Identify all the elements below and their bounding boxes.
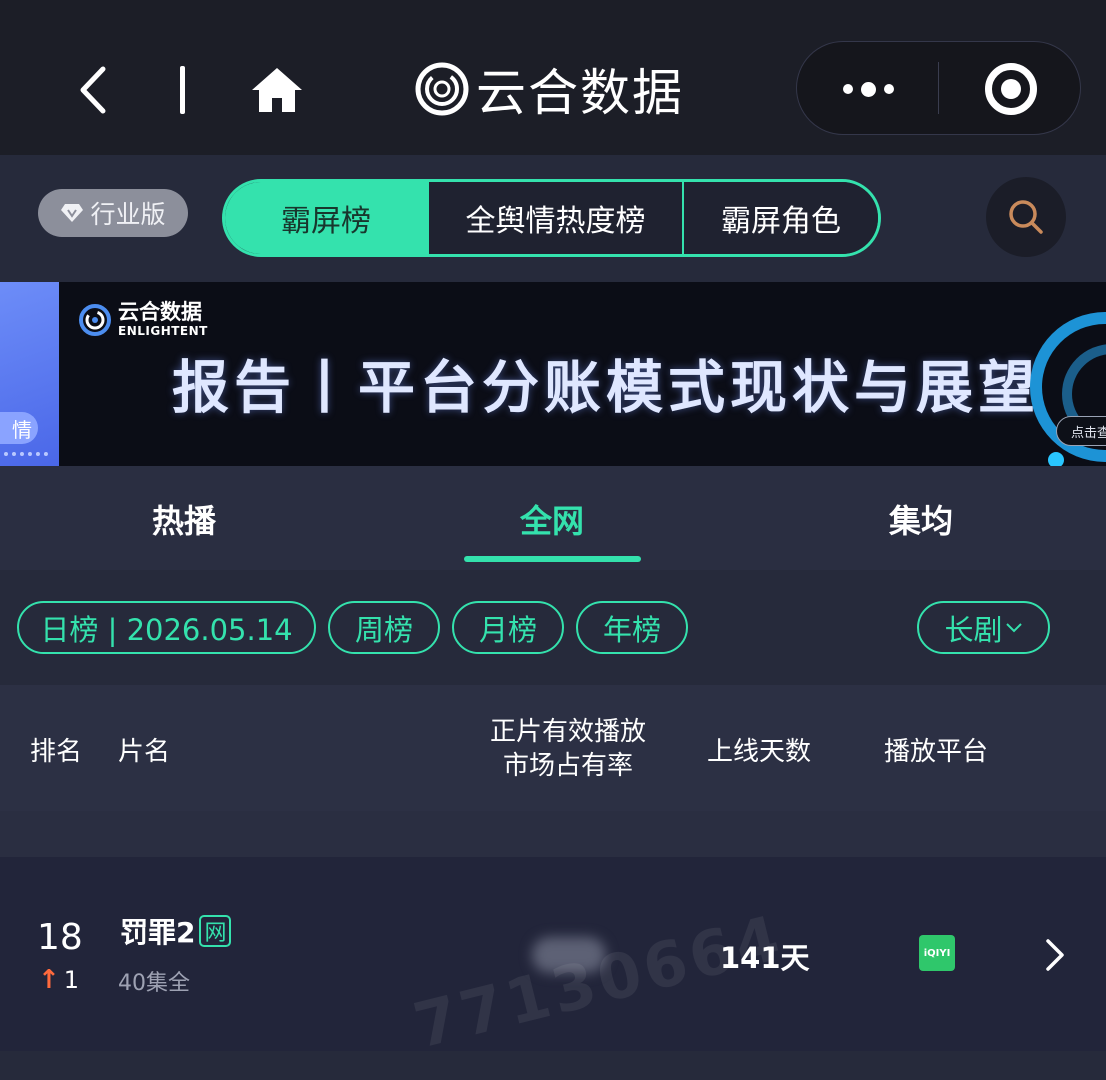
chart-type-bar: 行业版 霸屏榜 全舆情热度榜 霸屏角色 — [0, 155, 1106, 282]
bottom-band — [0, 1051, 1106, 1080]
more-dot-right — [883, 84, 894, 94]
episode-count: 40集全 — [118, 971, 190, 996]
capsule-divider — [938, 62, 939, 114]
edition-toggle[interactable]: 行业版 — [38, 189, 188, 237]
banner-logo-en: ENLIGHTENT — [118, 324, 208, 338]
header-platform: 播放平台 — [884, 737, 989, 767]
banner-dots — [4, 452, 48, 458]
brand-name: 云合数据 — [476, 64, 684, 122]
back-button[interactable] — [70, 62, 114, 118]
rank-change-value: 1 — [63, 966, 80, 994]
chevron-right-icon — [1046, 939, 1064, 971]
weekly-chart-chip[interactable]: 周榜 — [328, 601, 440, 654]
table-spacer — [0, 811, 1106, 857]
tab-per-episode[interactable]: 集均 — [889, 496, 953, 542]
brand: 云合数据 — [414, 58, 684, 122]
tab-dominance-chart[interactable]: 霸屏榜 — [225, 182, 427, 254]
tab-dominant-characters[interactable]: 霸屏角色 — [682, 182, 878, 254]
top-nav-bar: 云合数据 — [0, 0, 1106, 155]
banner-logo: 云合数据 ENLIGHTENT — [78, 302, 208, 337]
header-title: 片名 — [118, 737, 171, 767]
banner-cta-button[interactable]: 点击查 — [1056, 416, 1106, 446]
tab-all-network[interactable]: 全网 — [520, 496, 584, 542]
banner-title: 报告丨平台分账模式现状与展望 — [172, 355, 1040, 421]
tab-public-opinion-chart[interactable]: 全舆情热度榜 — [427, 182, 682, 254]
banner-prev-slide: 情 — [0, 282, 59, 466]
scope-tabs: 热播 全网 集均 — [0, 466, 1106, 570]
banner-prev-tag: 情 — [0, 412, 38, 444]
header-days-online[interactable]: 上线天数 — [707, 731, 811, 768]
iqiyi-logo-icon: iQIYI — [919, 935, 955, 971]
home-button[interactable] — [248, 64, 306, 116]
nav-divider — [180, 66, 185, 114]
edition-label: 行业版 — [90, 200, 166, 229]
promo-banner[interactable]: 情 云合数据 ENLIGHTENT 报告丨平台分账模式现状与展望 点击查 — [0, 282, 1106, 466]
header-market-share-line1: 正片有效播放 — [489, 717, 646, 747]
arrow-up-icon: ↑ — [38, 965, 60, 995]
more-dots-icon — [842, 84, 853, 94]
show-title: 罚罪2 网 — [120, 911, 232, 951]
period-filters: 日榜 | 2026.05.14 周榜 月榜 年榜 长剧 — [0, 570, 1106, 685]
more-button[interactable] — [797, 42, 939, 136]
chevron-left-icon — [80, 66, 106, 114]
home-icon — [252, 68, 302, 112]
drama-type-label: 长剧 — [944, 612, 1003, 647]
tab-hot[interactable]: 热播 — [152, 496, 216, 542]
table-header: 排名 片名 正片有效播放 市场占有率 上线天数 播放平台 — [0, 685, 1106, 811]
chart-segmented-control: 霸屏榜 全舆情热度榜 霸屏角色 — [222, 179, 881, 257]
more-dot-center — [860, 81, 876, 97]
record-icon — [984, 63, 1037, 115]
web-series-badge: 网 — [199, 915, 232, 947]
diamond-icon — [61, 204, 84, 222]
search-button[interactable] — [986, 177, 1066, 257]
show-title-text: 罚罪2 — [120, 916, 196, 949]
daily-chart-chip[interactable]: 日榜 | 2026.05.14 — [17, 601, 316, 654]
logo-icon — [79, 303, 111, 336]
active-tab-indicator — [464, 556, 641, 562]
rank-change: ↑ 1 — [38, 965, 79, 995]
yearly-chart-chip[interactable]: 年榜 — [576, 601, 688, 654]
search-icon — [1009, 200, 1043, 234]
header-rank: 排名 — [30, 737, 83, 767]
rank-number: 18 — [37, 917, 83, 958]
header-market-share-line2: 市场占有率 — [502, 751, 633, 781]
close-mini-program-button[interactable] — [939, 42, 1082, 136]
banner-knob — [1048, 452, 1064, 466]
logo-icon — [415, 62, 469, 116]
record-icon-center — [1000, 79, 1021, 99]
monthly-chart-chip[interactable]: 月榜 — [452, 601, 564, 654]
row-detail-button[interactable] — [1040, 935, 1070, 975]
chevron-down-icon — [1005, 622, 1022, 632]
header-market-share[interactable]: 正片有效播放 市场占有率 — [486, 715, 650, 783]
banner-logo-cn: 云合数据 — [118, 300, 202, 324]
drama-type-dropdown[interactable]: 长剧 — [917, 601, 1050, 654]
